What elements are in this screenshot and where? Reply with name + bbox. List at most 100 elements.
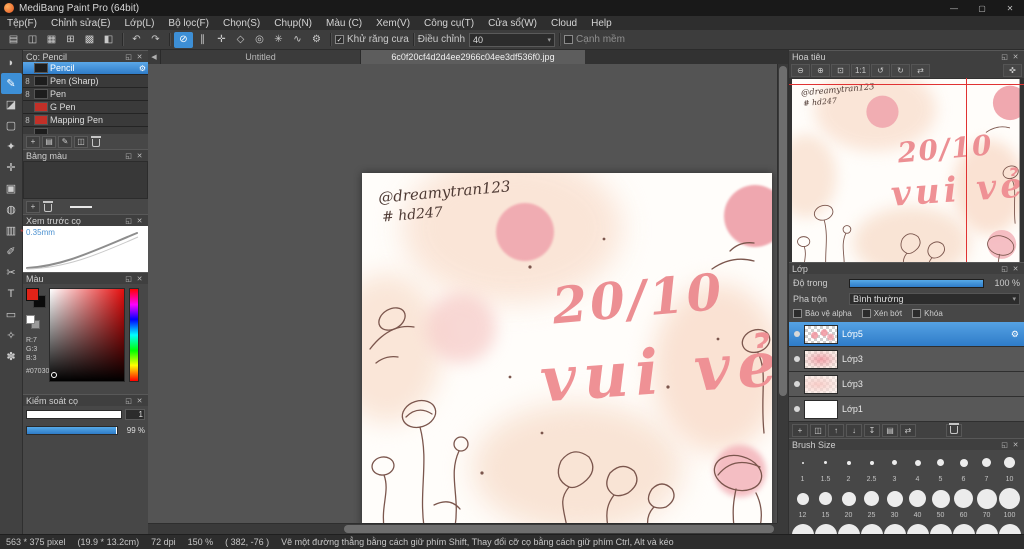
pen-tool-icon[interactable]: ◗ bbox=[1, 52, 22, 73]
merge-layer-icon[interactable]: ↧ bbox=[864, 423, 880, 437]
brush-size-option[interactable] bbox=[952, 522, 975, 534]
brush-size-option[interactable]: 70 bbox=[975, 486, 998, 522]
layer-visible-icon[interactable] bbox=[789, 331, 804, 337]
popout-icon[interactable]: ◱ bbox=[123, 151, 134, 161]
menu-tools[interactable]: Công cụ(T) bbox=[417, 16, 481, 30]
brush-size-option[interactable]: 20 bbox=[837, 486, 860, 522]
snap-cross-icon[interactable]: ✛ bbox=[212, 32, 231, 48]
close-panel-icon[interactable]: ✕ bbox=[1010, 264, 1021, 274]
brush-item-pen[interactable]: 8 Pen bbox=[23, 88, 148, 101]
menu-edit[interactable]: Chỉnh sửa(E) bbox=[44, 16, 118, 30]
add-color-icon[interactable]: + bbox=[26, 200, 40, 213]
horizontal-scrollbar[interactable] bbox=[148, 523, 777, 534]
eraser-tool-icon[interactable]: ◪ bbox=[1, 94, 22, 115]
popout-icon[interactable]: ◱ bbox=[123, 52, 134, 62]
snap-curve-icon[interactable]: ∿ bbox=[288, 32, 307, 48]
menu-help[interactable]: Help bbox=[584, 16, 619, 30]
zoom-out-icon[interactable]: ⊖ bbox=[791, 63, 810, 77]
menu-view[interactable]: Xem(V) bbox=[369, 16, 417, 30]
brush-item-pencil[interactable]: Pencil ⚙ bbox=[23, 62, 148, 75]
hand-tool-icon[interactable]: ✽ bbox=[1, 346, 22, 367]
collapse-left-panel-icon[interactable]: ◀ bbox=[148, 50, 161, 64]
fit-screen-icon[interactable]: ⊡ bbox=[831, 63, 850, 77]
close-panel-icon[interactable]: ✕ bbox=[134, 151, 145, 161]
layer-visible-icon[interactable] bbox=[789, 356, 804, 362]
brush-size-option[interactable]: 2 bbox=[837, 450, 860, 486]
flip-horizontal-icon[interactable]: ⇄ bbox=[911, 63, 930, 77]
text-tool-icon[interactable]: T bbox=[1, 283, 22, 304]
popout-icon[interactable]: ◱ bbox=[123, 274, 134, 284]
close-panel-icon[interactable]: ✕ bbox=[134, 396, 145, 406]
menu-cloud[interactable]: Cloud bbox=[544, 16, 584, 30]
brush-size-option[interactable]: 50 bbox=[929, 486, 952, 522]
fill-tool-icon[interactable]: ▣ bbox=[1, 178, 22, 199]
brush-size-option[interactable] bbox=[998, 522, 1021, 534]
duplicate-brush-icon[interactable]: ◫ bbox=[74, 135, 88, 148]
menu-file[interactable]: Tệp(F) bbox=[0, 16, 44, 30]
brush-size-option[interactable] bbox=[860, 522, 883, 534]
brush-size-option[interactable]: 1.5 bbox=[814, 450, 837, 486]
foreground-color-swatch[interactable] bbox=[26, 288, 39, 301]
menu-color[interactable]: Màu (C) bbox=[319, 16, 369, 30]
canvas-document[interactable]: @dreamytran123 # hd247 20/10 vui vẻ bbox=[362, 173, 772, 527]
save-icon[interactable]: ◫ bbox=[23, 32, 42, 48]
horizontal-scrollbar-thumb[interactable] bbox=[344, 525, 774, 533]
delete-brush-icon[interactable] bbox=[91, 135, 101, 147]
brush-size-option[interactable]: 15 bbox=[814, 486, 837, 522]
brush-tool-icon[interactable]: ✎ bbox=[0, 73, 22, 94]
color-picker-cursor[interactable] bbox=[51, 372, 57, 378]
popout-icon[interactable]: ◱ bbox=[999, 264, 1010, 274]
delete-color-icon[interactable] bbox=[43, 200, 53, 212]
frame-tool-icon[interactable]: ▭ bbox=[1, 304, 22, 325]
brush-settings-icon[interactable]: ⚙ bbox=[139, 64, 146, 73]
white-color-swatch[interactable] bbox=[26, 315, 35, 324]
brush-size-option[interactable] bbox=[791, 522, 814, 534]
new-canvas-icon[interactable]: ▤ bbox=[4, 32, 23, 48]
add-brush-icon[interactable]: + bbox=[26, 135, 40, 148]
close-panel-icon[interactable]: ✕ bbox=[134, 274, 145, 284]
layer-row-lop5[interactable]: Lớp5 ⚙ bbox=[789, 322, 1024, 347]
brush-item-mapping-pen[interactable]: 8 Mapping Pen bbox=[23, 114, 148, 127]
layer-row-lop3b[interactable]: Lớp3 bbox=[789, 372, 1024, 397]
brush-size-option[interactable]: 1 bbox=[791, 450, 814, 486]
popout-icon[interactable]: ◱ bbox=[123, 396, 134, 406]
bucket-tool-icon[interactable]: ◍ bbox=[1, 199, 22, 220]
actual-size-icon[interactable]: 1:1 bbox=[851, 63, 870, 77]
clipping-checkbox[interactable] bbox=[861, 309, 871, 318]
close-panel-icon[interactable]: ✕ bbox=[134, 216, 145, 226]
clipping-option[interactable]: Xén bớt bbox=[861, 309, 902, 318]
brush-size-option[interactable]: 3 bbox=[883, 450, 906, 486]
brush-size-option[interactable] bbox=[975, 522, 998, 534]
saturation-value-square[interactable] bbox=[49, 288, 125, 382]
layer-row-lop1[interactable]: Lớp1 bbox=[789, 397, 1024, 422]
tab-active-document[interactable]: 6c0f20cf4d2d4ee2966c04ee3df536f0.jpg bbox=[361, 50, 585, 64]
vertical-scrollbar[interactable] bbox=[777, 64, 788, 523]
protect-alpha-option[interactable]: Bảo vệ alpha bbox=[793, 309, 852, 318]
select-tool-icon[interactable]: ▢ bbox=[1, 115, 22, 136]
layer-opacity-slider[interactable] bbox=[849, 278, 984, 288]
layer-settings-icon[interactable]: ⚙ bbox=[1011, 329, 1019, 340]
brush-size-slider[interactable] bbox=[26, 409, 122, 419]
brush-size-option[interactable]: 30 bbox=[883, 486, 906, 522]
navigator-preview[interactable]: @dreamytran123 # hd247 20/10 vui vẻ bbox=[789, 78, 1024, 262]
brush-size-option[interactable] bbox=[814, 522, 837, 534]
menu-layer[interactable]: Lớp(L) bbox=[118, 16, 162, 30]
popout-icon[interactable]: ◱ bbox=[999, 52, 1010, 62]
layer-visible-icon[interactable] bbox=[789, 406, 804, 412]
layer-up-icon[interactable]: ↑ bbox=[828, 423, 844, 437]
brush-size-option[interactable]: 6 bbox=[952, 450, 975, 486]
snap-parallel-icon[interactable]: ∥ bbox=[193, 32, 212, 48]
brush-item-g-pen[interactable]: G Pen bbox=[23, 101, 148, 114]
edit-brush-icon[interactable]: ✎ bbox=[58, 135, 72, 148]
tab-untitled[interactable]: Untitled bbox=[161, 50, 361, 64]
gradient-tool-icon[interactable]: ▥ bbox=[1, 220, 22, 241]
layer-row-lop3[interactable]: Lớp3 bbox=[789, 347, 1024, 372]
brush-size-option[interactable]: 100 bbox=[998, 486, 1021, 522]
antialias-checkbox[interactable]: ✓ bbox=[335, 35, 344, 44]
snap-radial-icon[interactable]: ✳ bbox=[269, 32, 288, 48]
redo-icon[interactable]: ↷ bbox=[146, 32, 165, 48]
paste-icon[interactable]: ▦ bbox=[42, 32, 61, 48]
magic-wand-tool-icon[interactable]: ✦ bbox=[1, 136, 22, 157]
select-pen-tool-icon[interactable]: ✐ bbox=[1, 241, 22, 262]
close-panel-icon[interactable]: ✕ bbox=[134, 52, 145, 62]
